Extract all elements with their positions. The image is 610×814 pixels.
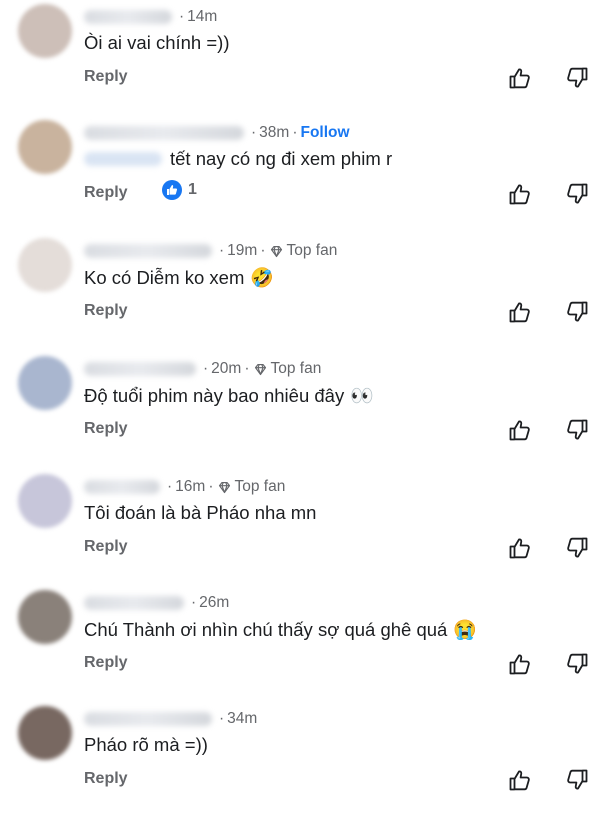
rofl-emoji: 🤣 (250, 268, 275, 289)
like-reaction-icon (162, 180, 182, 200)
follow-button[interactable]: Follow (301, 124, 350, 142)
reply-button[interactable]: Reply (84, 302, 128, 320)
separator-dot: · (251, 124, 257, 141)
separator-dot: · (208, 478, 214, 495)
avatar[interactable] (18, 120, 72, 174)
separator-dot: · (244, 360, 250, 377)
separator-dot: · (260, 242, 266, 259)
thumbs-down-icon[interactable] (565, 300, 589, 324)
thumbs-up-icon[interactable] (508, 418, 532, 442)
comment-body: Ko có Diễm ko xem (84, 267, 245, 288)
comment-item: · 19m · Top fan Ko có Diễm ko xem 🤣 Repl… (0, 234, 610, 346)
comment-meta: · 34m (84, 708, 257, 730)
reaction-summary[interactable]: 1 (162, 180, 197, 200)
thumbs-down-icon[interactable] (565, 418, 589, 442)
comment-meta: · 19m · Top fan (84, 240, 337, 262)
author-name-blurred[interactable] (84, 10, 172, 24)
reply-button[interactable]: Reply (84, 68, 128, 86)
comment-text: Ko có Diễm ko xem 🤣 (84, 266, 274, 290)
reply-button[interactable]: Reply (84, 538, 128, 556)
comment-body: Chú Thành ơi nhìn chú thấy sợ quá ghê qu… (84, 619, 448, 640)
author-name-blurred[interactable] (84, 362, 196, 376)
author-name-blurred[interactable] (84, 480, 160, 494)
top-fan-label: Top fan (234, 478, 286, 495)
thumbs-down-icon[interactable] (565, 182, 589, 206)
top-fan-label: Top fan (286, 242, 338, 259)
top-fan-badge[interactable]: Top fan (269, 242, 338, 260)
comment-time[interactable]: 38m (259, 124, 289, 142)
thumbs-down-icon[interactable] (565, 66, 589, 90)
comment-item: · 34m Pháo rõ mà =)) Reply (0, 702, 610, 814)
thumbs-up-icon[interactable] (508, 536, 532, 560)
author-name-blurred[interactable] (84, 712, 212, 726)
comment-time[interactable]: 34m (227, 710, 257, 728)
comment-meta: · 14m (84, 6, 217, 28)
comment-text: Pháo rõ mà =)) (84, 734, 208, 756)
author-name-blurred[interactable] (84, 126, 244, 140)
comment-body: Tôi đoán là bà Pháo nha mn (84, 502, 317, 523)
comment-meta: · 16m · Top fan (84, 476, 285, 498)
comment-time[interactable]: 16m (175, 478, 205, 496)
avatar[interactable] (18, 474, 72, 528)
comment-time[interactable]: 20m (211, 360, 241, 378)
thumbs-up-icon[interactable] (508, 182, 532, 206)
separator-dot: · (292, 124, 298, 141)
eyes-emoji: 👀 (350, 386, 374, 407)
top-fan-label: Top fan (270, 360, 322, 377)
reply-button[interactable]: Reply (84, 184, 128, 202)
separator-dot: · (203, 360, 209, 377)
thumbs-up-icon[interactable] (508, 652, 532, 676)
separator-dot: · (219, 710, 225, 727)
comment-text: Òi ai vai chính =)) (84, 32, 230, 54)
thumbs-up-icon[interactable] (508, 66, 532, 90)
avatar[interactable] (18, 356, 72, 410)
comment-body: Òi ai vai chính =)) (84, 32, 230, 53)
reply-button[interactable]: Reply (84, 770, 128, 788)
diamond-icon (218, 481, 230, 493)
comment-item: · 14m Òi ai vai chính =)) Reply (0, 0, 610, 112)
comment-item: · 20m · Top fan Độ tuổi phim này bao nhi… (0, 352, 610, 464)
comment-meta: · 20m · Top fan (84, 358, 321, 380)
separator-dot: · (219, 242, 225, 259)
thumbs-down-icon[interactable] (565, 652, 589, 676)
comment-item: · 16m · Top fan Tôi đoán là bà Pháo nha … (0, 470, 610, 582)
comment-meta: · 38m · Follow (84, 122, 350, 144)
thumbs-down-icon[interactable] (565, 536, 589, 560)
reply-button[interactable]: Reply (84, 420, 128, 438)
comment-item: · 26m Chú Thành ơi nhìn chú thấy sợ quá … (0, 586, 610, 698)
thumbs-up-icon[interactable] (508, 768, 532, 792)
author-name-blurred[interactable] (84, 596, 184, 610)
comment-item: · 38m · Follow tết nay có ng đi xem phim… (0, 116, 610, 228)
comment-text: Độ tuổi phim này bao nhiêu đây 👀 (84, 384, 374, 408)
avatar[interactable] (18, 590, 72, 644)
diamond-icon (270, 245, 282, 257)
reply-button[interactable]: Reply (84, 654, 128, 672)
mention-blurred[interactable] (84, 152, 162, 166)
author-name-blurred[interactable] (84, 244, 212, 258)
avatar[interactable] (18, 4, 72, 58)
comment-time[interactable]: 14m (187, 8, 217, 26)
comment-body: tết nay có ng đi xem phim r (170, 148, 393, 169)
comment-text: Tôi đoán là bà Pháo nha mn (84, 502, 316, 524)
crying-emoji: 😭 (453, 620, 478, 641)
avatar[interactable] (18, 706, 72, 760)
reaction-count: 1 (188, 181, 197, 198)
comment-body: Pháo rõ mà =)) (84, 734, 208, 755)
thumbs-down-icon[interactable] (565, 768, 589, 792)
diamond-icon (254, 363, 266, 375)
comment-time[interactable]: 26m (199, 594, 229, 612)
top-fan-badge[interactable]: Top fan (217, 478, 286, 496)
comment-text: tết nay có ng đi xem phim r (84, 148, 392, 170)
comment-body: Độ tuổi phim này bao nhiêu đây (84, 385, 345, 406)
separator-dot: · (167, 478, 173, 495)
avatar[interactable] (18, 238, 72, 292)
separator-dot: · (179, 8, 185, 25)
comment-meta: · 26m (84, 592, 229, 614)
comment-time[interactable]: 19m (227, 242, 257, 260)
thumbs-up-icon[interactable] (508, 300, 532, 324)
separator-dot: · (191, 594, 197, 611)
comment-text: Chú Thành ơi nhìn chú thấy sợ quá ghê qu… (84, 618, 477, 642)
top-fan-badge[interactable]: Top fan (253, 360, 322, 378)
